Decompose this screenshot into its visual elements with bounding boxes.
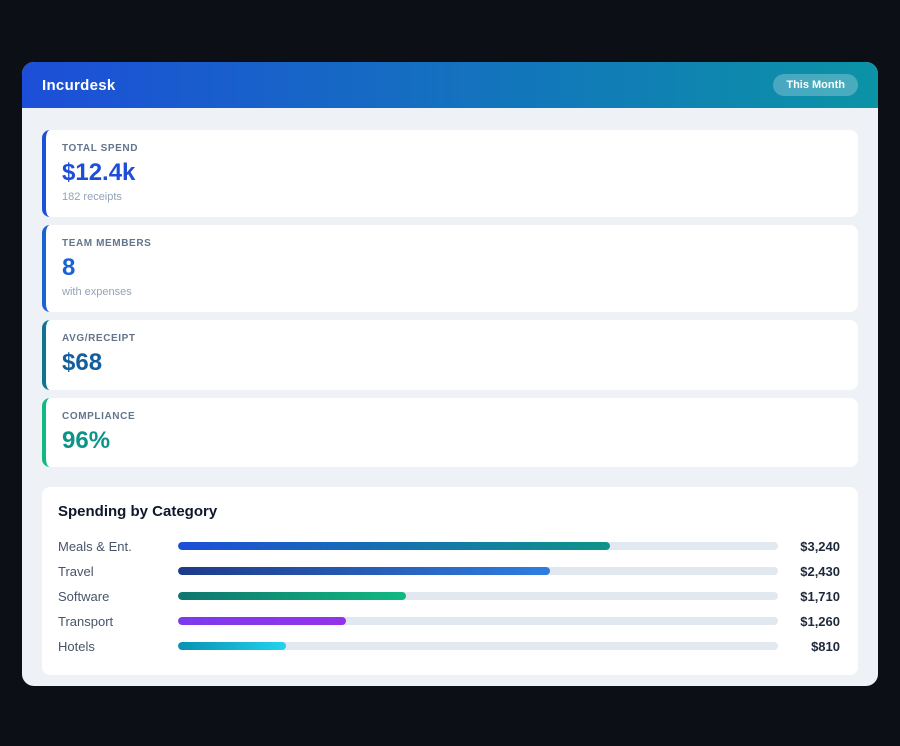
content-area: TOTAL SPEND $12.4k 182 receipts TEAM MEMBER… [22,108,878,686]
category-bar-track [178,642,778,650]
category-row: Travel $2,430 [58,559,840,584]
category-row: Software $1,710 [58,584,840,609]
stat-value-team-members: 8 [62,255,842,280]
stats-list: TOTAL SPEND $12.4k 182 receipts TEAM MEMBER… [42,130,858,467]
category-bar-track [178,567,778,575]
category-value: $1,260 [778,614,840,629]
category-bar [178,642,286,650]
category-value: $810 [778,639,840,654]
app-header: Incurdesk This Month [22,62,878,108]
category-value: $3,240 [778,539,840,554]
stat-sub-team-members: with expenses [62,286,842,298]
stat-label-team-members: TEAM MEMBERS [62,238,842,249]
spending-title: Spending by Category [58,503,840,520]
app-title: Incurdesk [42,77,116,94]
category-value: $1,710 [778,589,840,604]
period-badge[interactable]: This Month [773,74,858,96]
stat-card-avg-receipt: AVG/RECEIPT $68 [42,320,858,389]
stat-card-compliance: COMPLIANCE 96% [42,398,858,467]
category-bar [178,592,406,600]
stat-value-total-spend: $12.4k [62,160,842,185]
stat-card-team-members: TEAM MEMBERS 8 with expenses [42,225,858,312]
category-row: Transport $1,260 [58,609,840,634]
category-value: $2,430 [778,564,840,579]
category-label: Travel [58,564,178,579]
stat-sub-total-spend: 182 receipts [62,191,842,203]
category-bar [178,542,610,550]
stat-label-avg-receipt: AVG/RECEIPT [62,333,842,344]
category-label: Meals & Ent. [58,539,178,554]
app-panel: Incurdesk This Month TOTAL SPEND $12.4k 18… [22,62,878,686]
category-label: Transport [58,614,178,629]
category-bar-track [178,542,778,550]
category-bar [178,617,346,625]
category-row: Meals & Ent. $3,240 [58,534,840,559]
category-bar-track [178,592,778,600]
stat-value-avg-receipt: $68 [62,350,842,375]
category-bar-track [178,617,778,625]
stat-label-compliance: COMPLIANCE [62,411,842,422]
stat-label-total-spend: TOTAL SPEND [62,143,842,154]
stat-value-compliance: 96% [62,428,842,453]
category-label: Software [58,589,178,604]
stat-card-total-spend: TOTAL SPEND $12.4k 182 receipts [42,130,858,217]
category-label: Hotels [58,639,178,654]
category-bar [178,567,550,575]
category-list: Meals & Ent. $3,240 Travel $2,430 Software $1… [58,534,840,659]
category-row: Hotels $810 [58,634,840,659]
spending-card: Spending by Category Meals & Ent. $3,240 T… [42,487,858,675]
